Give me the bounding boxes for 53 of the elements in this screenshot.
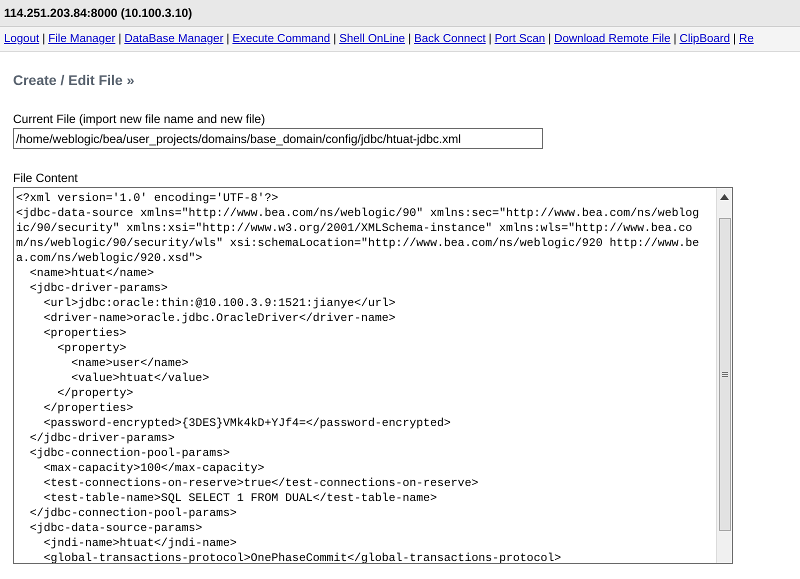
nav-link[interactable]: Execute Command xyxy=(232,33,330,45)
nav-link[interactable]: Download Remote File xyxy=(554,33,671,45)
code-line: <jdbc-data-source xmlns="http://www.bea.com/ns/weblogic/90" xmlns:sec="http://www.bea.com/ns/weblog xyxy=(16,206,700,221)
code-line: <?xml version='1.0' encoding='UTF-8'?> xyxy=(16,191,280,206)
code-line: <properties> xyxy=(42,326,128,341)
field-label: File Content xyxy=(13,171,79,185)
file-path-field[interactable]: /home/weblogic/bea/user_projects/domains/base_domain/config/jdbc/htuat-jdbc.xml xyxy=(13,128,543,149)
nav-link[interactable]: Shell OnLine xyxy=(339,33,406,45)
code-line: </jdbc-connection-pool-params> xyxy=(28,506,238,521)
grip-icon xyxy=(722,372,728,377)
code-line: <jdbc-data-source-params> xyxy=(28,521,204,536)
code-line: m/ns/weblogic/90/security/wls" xsi:schemaLocation="http://www.bea.com/ns/weblogic/920 http://www.be xyxy=(16,236,700,251)
field-label: Current File (import new file name and new file) xyxy=(13,112,266,126)
server-address: 114.251.203.84:8000 (10.100.3.10) xyxy=(4,6,192,20)
separator: | xyxy=(333,33,336,45)
code-line: <url>jdbc:oracle:thin:@10.100.3.9:1521:jianye</url> xyxy=(42,296,397,311)
code-line: <max-capacity>100</max-capacity> xyxy=(42,461,266,476)
code-line: a.com/ns/weblogic/920.xsd"> xyxy=(16,251,204,266)
code-line: <driver-name>oracle.jdbc.OracleDriver</driver-name> xyxy=(42,311,397,326)
code-line: <name>htuat</name> xyxy=(28,266,156,281)
code-line: <jndi-name>htuat</jndi-name> xyxy=(42,536,238,551)
code-line: <value>htuat</value> xyxy=(70,371,210,386)
section-title: Create / Edit File » xyxy=(13,72,136,88)
code-line: </jdbc-driver-params> xyxy=(28,431,176,446)
code-line: ic/90/security" xmlns:xsi="http://www.w3.org/2001/XMLSchema-instance" xmlns:wls="http://www.bea.co xyxy=(16,221,694,236)
separator: | xyxy=(408,33,412,45)
code-line: <property> xyxy=(56,341,128,356)
nav-link[interactable]: Logout xyxy=(4,33,40,45)
separator: | xyxy=(674,33,677,45)
separator: | xyxy=(42,33,46,45)
code-line: <test-connections-on-reserve>true</test-connections-on-reserve> xyxy=(42,476,480,491)
file-content-field[interactable] xyxy=(13,187,733,564)
nav-link[interactable]: DataBase Manager xyxy=(124,33,224,45)
code-line: <password-encrypted>{3DES}VMk4kD+YJf4=</password-encrypted> xyxy=(42,416,452,431)
nav-link[interactable]: Re xyxy=(739,33,754,45)
scrollbar[interactable] xyxy=(716,188,732,563)
separator: | xyxy=(488,33,492,45)
scroll-up-icon[interactable] xyxy=(720,194,729,200)
code-line: <jdbc-connection-pool-params> xyxy=(28,446,231,461)
code-line: <test-table-name>SQL SELECT 1 FROM DUAL</test-table-name> xyxy=(42,491,438,506)
separator: | xyxy=(548,33,552,45)
nav-link[interactable]: Port Scan xyxy=(494,33,546,45)
code-line: </property> xyxy=(56,386,134,401)
scrollbar-thumb[interactable] xyxy=(718,218,730,531)
separator: | xyxy=(733,33,736,45)
nav-link[interactable]: Back Connect xyxy=(414,33,486,45)
code-line: <name>user</name> xyxy=(70,356,190,371)
code-line: </properties> xyxy=(42,401,134,416)
separator: | xyxy=(226,33,230,45)
code-line: <jdbc-driver-params> xyxy=(28,281,169,296)
nav-link[interactable]: ClipBoard xyxy=(680,33,730,45)
separator: | xyxy=(118,33,122,45)
nav-link[interactable]: File Manager xyxy=(48,33,116,45)
